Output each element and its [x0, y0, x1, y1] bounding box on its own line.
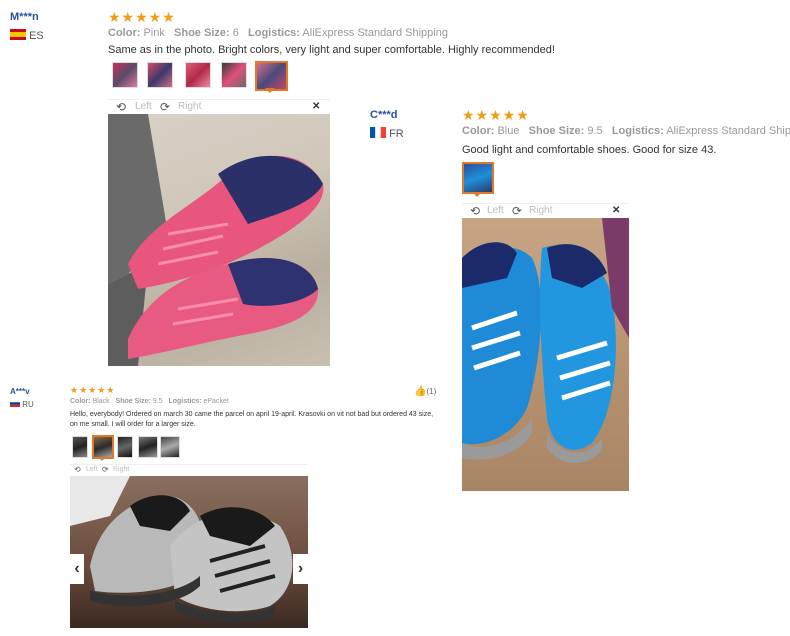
photo-viewer-toolbar: ⟲ Left ⟳ Right ✕: [462, 203, 629, 219]
next-photo-arrow[interactable]: ›: [293, 554, 308, 584]
review-meta: Color: Blue Shoe Size: 9.5 Logistics: Al…: [462, 125, 790, 137]
review-text: Hello, everybody! Ordered on march 30 ca…: [70, 411, 434, 428]
size-label: Shoe Size:: [115, 398, 151, 405]
review-photo-thumbnail[interactable]: [185, 62, 211, 88]
country-code: FR: [389, 127, 404, 140]
review-photo-thumbnail[interactable]: [138, 436, 158, 458]
logistics-value: AliExpress Standard Shipping: [302, 27, 448, 39]
reviewer-country: ES: [10, 29, 44, 43]
spain-flag-icon: [10, 29, 26, 43]
review-text: Good light and comfortable shoes. Good f…: [462, 144, 717, 156]
color-label: Color:: [462, 125, 495, 137]
helpful-button[interactable]: 👍(1): [414, 386, 436, 397]
pink-sneakers-image: [108, 114, 324, 366]
review-photo-thumbnail[interactable]: [72, 436, 88, 458]
review-photo-thumbnail[interactable]: [221, 62, 247, 88]
color-label: Color:: [108, 27, 141, 39]
color-value: Blue: [497, 125, 520, 137]
rotate-right-button[interactable]: Right: [113, 466, 129, 473]
color-value: Black: [92, 398, 110, 405]
photo-viewer-toolbar: ⟲ Left ⟳ Right ✕: [108, 99, 330, 115]
review-photo-large: [108, 114, 330, 366]
rotate-left-button[interactable]: Left: [487, 205, 504, 216]
color-value: Pink: [143, 27, 165, 39]
black-sneakers-image: [70, 476, 293, 623]
review-meta: Color: Pink Shoe Size: 6 Logistics: AliE…: [108, 27, 448, 39]
logistics-label: Logistics:: [248, 27, 300, 39]
reviewer-name[interactable]: C***d: [370, 109, 398, 121]
rotate-left-icon[interactable]: ⟲: [116, 100, 126, 114]
reviewer-country: FR: [370, 127, 404, 141]
star-rating: ★★★★★: [108, 9, 176, 25]
rotate-right-icon[interactable]: ⟳: [102, 465, 109, 474]
selected-pointer-icon: [472, 192, 482, 197]
previous-photo-arrow[interactable]: ‹: [70, 554, 84, 584]
rotate-left-icon[interactable]: ⟲: [470, 204, 480, 218]
rotate-right-icon[interactable]: ⟳: [160, 100, 170, 114]
review-text: Same as in the photo. Bright colors, ver…: [108, 44, 555, 56]
russia-flag-icon: [9, 400, 21, 409]
size-value: 9.5: [587, 125, 603, 137]
logistics-label: Logistics:: [611, 125, 664, 137]
reviewer-name[interactable]: A***v: [10, 387, 30, 396]
country-code: ES: [29, 29, 44, 42]
country-code: RU: [22, 400, 34, 409]
review-meta: Color: Black Shoe Size: 9.5 Logistics: e…: [70, 398, 229, 405]
reviewer-name[interactable]: M***n: [10, 11, 39, 23]
size-label: Shoe Size:: [528, 125, 585, 137]
france-flag-icon: [370, 127, 386, 141]
color-label: Color:: [70, 398, 91, 405]
size-value: 9.5: [152, 398, 163, 405]
star-rating: ★★★★★: [462, 107, 530, 123]
review-photo-thumbnail[interactable]: [147, 62, 173, 88]
rotate-right-button[interactable]: Right: [529, 205, 552, 216]
selected-review-photo-thumbnail[interactable]: [92, 435, 114, 459]
selected-review-photo-thumbnail[interactable]: [462, 162, 494, 194]
review-photo-thumbnail[interactable]: [112, 62, 138, 88]
thumbs-up-icon: 👍: [414, 386, 427, 397]
rotate-right-button[interactable]: Right: [178, 101, 201, 112]
helpful-count: (1): [426, 387, 437, 396]
size-label: Shoe Size:: [174, 27, 230, 39]
review-photo-thumbnail[interactable]: [160, 436, 180, 458]
close-icon[interactable]: ✕: [312, 101, 320, 112]
logistics-label: Logistics:: [168, 398, 202, 405]
logistics-value: ePacket: [203, 398, 229, 405]
selected-pointer-icon: [98, 457, 106, 461]
selected-pointer-icon: [265, 88, 275, 93]
star-rating: ★★★★★: [70, 385, 116, 395]
review-photo-large: ‹ ›: [70, 476, 308, 628]
review-photo-thumbnail[interactable]: [117, 436, 133, 458]
size-value: 6: [232, 27, 239, 39]
close-icon[interactable]: ✕: [612, 205, 620, 216]
review-photo-large: [462, 218, 629, 491]
rotate-left-button[interactable]: Left: [86, 466, 98, 473]
rotate-left-button[interactable]: Left: [135, 101, 152, 112]
logistics-value: AliExpress Standard Shipping: [666, 125, 790, 137]
selected-review-photo-thumbnail[interactable]: [255, 61, 288, 91]
rotate-right-icon[interactable]: ⟳: [512, 204, 522, 218]
reviewer-country: RU: [9, 400, 34, 409]
rotate-left-icon[interactable]: ⟲: [74, 465, 81, 474]
blue-sneakers-image: [462, 218, 629, 464]
